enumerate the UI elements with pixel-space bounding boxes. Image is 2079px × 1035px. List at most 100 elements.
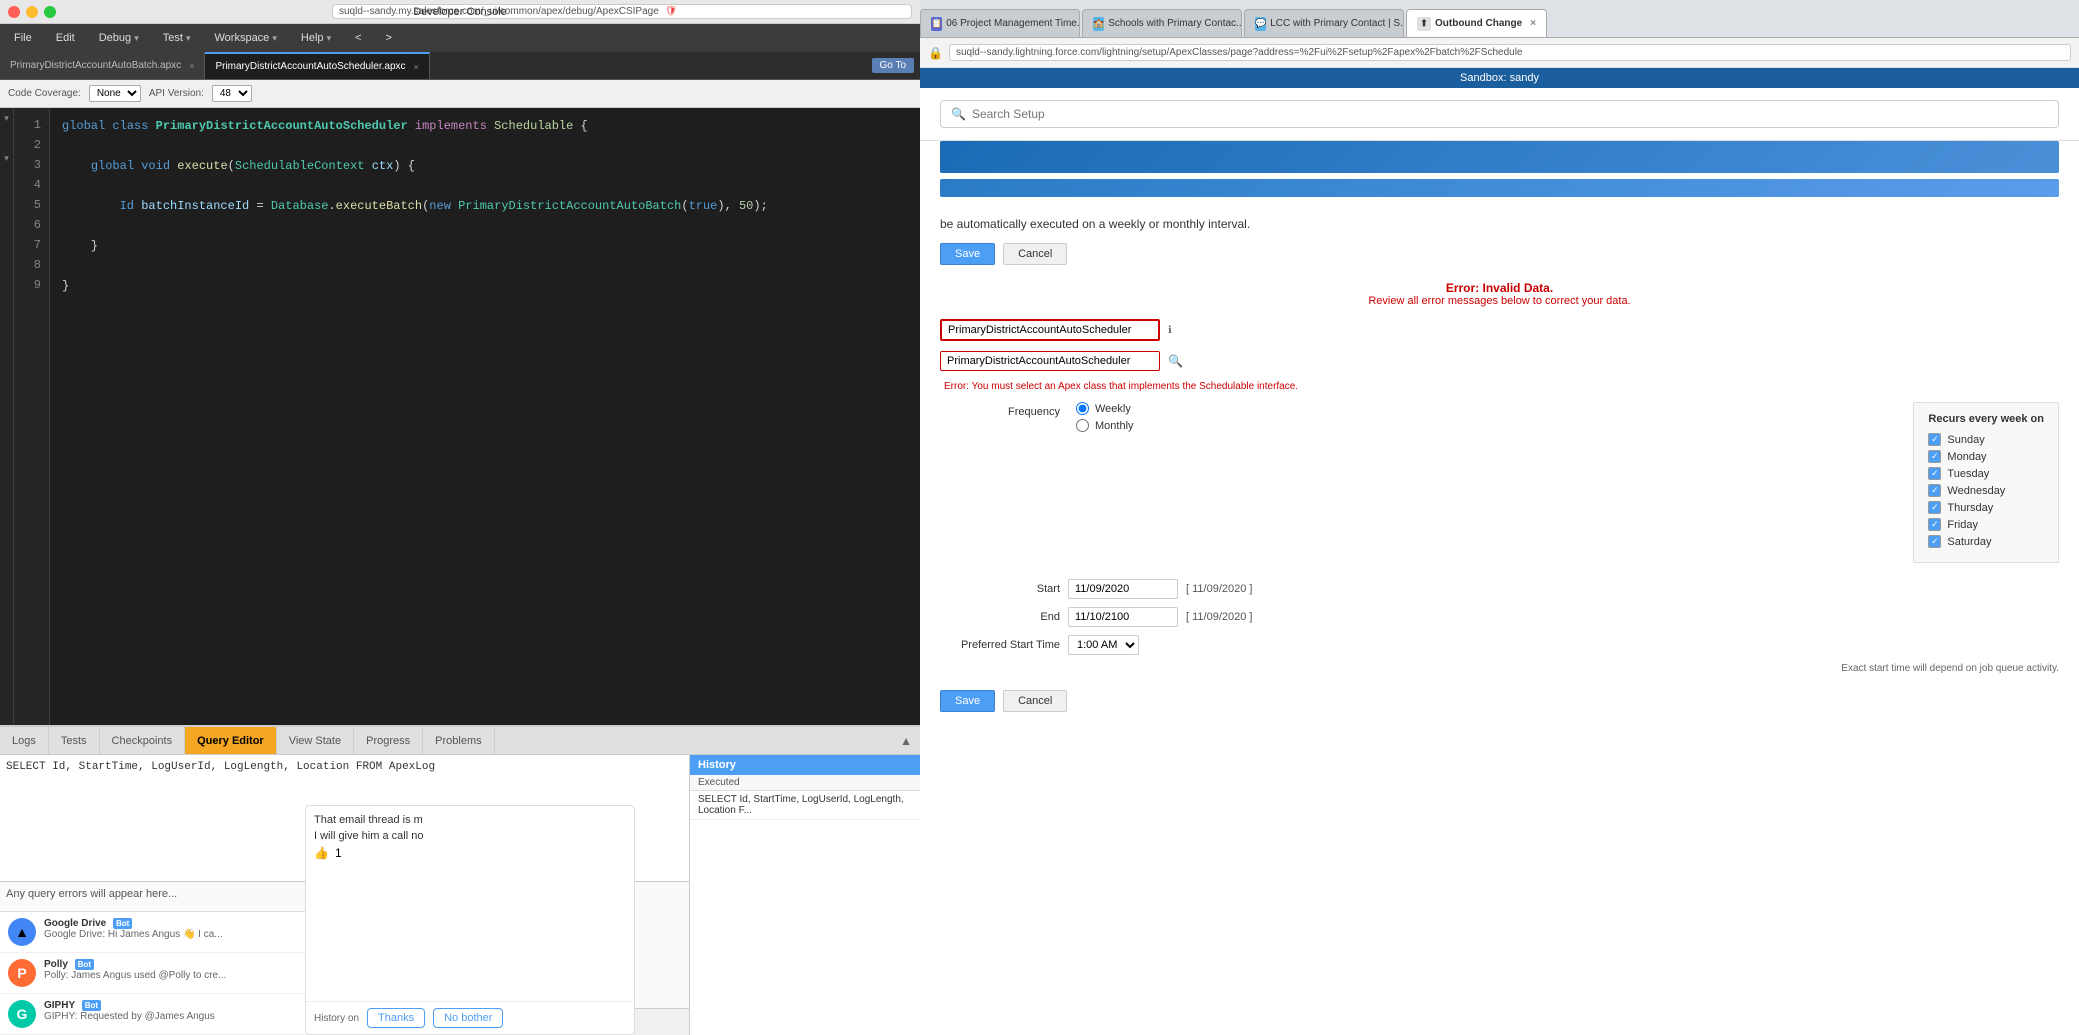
sf-day-friday[interactable]: Friday — [1928, 518, 2044, 531]
menu-test[interactable]: Test ▾ — [157, 30, 197, 46]
close-button[interactable] — [8, 6, 20, 18]
giphy-name: GIPHY Bot — [44, 1000, 302, 1011]
sf-wednesday-checkbox[interactable] — [1928, 484, 1941, 497]
sf-saturday-label: Saturday — [1947, 536, 1991, 548]
menu-help[interactable]: Help ▾ — [295, 30, 337, 46]
sf-start-date-input[interactable] — [1068, 579, 1178, 599]
lock-icon: 🔒 — [928, 46, 943, 60]
tab-batch-close[interactable]: × — [189, 61, 194, 71]
sf-note: Exact start time will depend on job queu… — [940, 663, 2059, 674]
bottom-tabs: Logs Tests Checkpoints Query Editor View… — [0, 727, 920, 755]
maximize-button[interactable] — [44, 6, 56, 18]
menu-bar: File Edit Debug ▾ Test ▾ Workspace ▾ Hel… — [0, 24, 920, 52]
sf-day-wednesday[interactable]: Wednesday — [1928, 484, 2044, 497]
sf-address-input[interactable]: suqld--sandy.lightning.force.com/lightni… — [949, 44, 2071, 61]
collapse-button[interactable]: ▲ — [892, 732, 920, 750]
polly-bot-tag: Bot — [75, 959, 94, 970]
sf-cancel-button-bottom[interactable]: Cancel — [1003, 690, 1067, 712]
sf-day-saturday[interactable]: Saturday — [1928, 535, 2044, 548]
menu-file[interactable]: File — [8, 30, 38, 46]
minimize-button[interactable] — [26, 6, 38, 18]
sf-friday-checkbox[interactable] — [1928, 518, 1941, 531]
history-item[interactable]: SELECT Id, StartTime, LogUserId, LogLeng… — [690, 791, 920, 820]
sf-tab-lcc[interactable]: 💬 LCC with Primary Contact | S... × — [1244, 9, 1404, 37]
lcc-tab-icon: 💬 — [1255, 17, 1266, 31]
sf-day-sunday[interactable]: Sunday — [1928, 433, 2044, 446]
search-icon: 🔍 — [951, 107, 966, 121]
sf-class-field-row: 🔍 — [940, 351, 2059, 371]
sf-name-input[interactable] — [940, 319, 1160, 341]
tab-view-state-label: View State — [289, 735, 341, 747]
sf-radio-monthly-input[interactable] — [1076, 419, 1089, 432]
sf-end-date-alt: [ 11/09/2020 ] — [1186, 611, 1252, 623]
outbound-tab-icon: ⬆ — [1417, 17, 1431, 31]
sf-radio-weekly[interactable]: Weekly — [1076, 402, 1881, 415]
sf-radio-group: Weekly Monthly — [1076, 402, 1881, 432]
chat-item-gdrive[interactable]: ▲ Google Drive Bot Google Drive: Hi Jame… — [0, 912, 310, 953]
menu-debug[interactable]: Debug ▾ — [93, 30, 145, 46]
sf-end-date-input[interactable] — [1068, 607, 1178, 627]
sf-search-class-icon[interactable]: 🔍 — [1168, 354, 1183, 368]
tab-tests[interactable]: Tests — [49, 727, 100, 754]
sf-radio-weekly-label: Weekly — [1095, 403, 1131, 415]
bottom-panel: Logs Tests Checkpoints Query Editor View… — [0, 725, 920, 1035]
sf-tab-outbound[interactable]: ⬆ Outbound Change × — [1406, 9, 1547, 37]
sf-save-button-bottom[interactable]: Save — [940, 690, 995, 712]
tab-query-editor[interactable]: Query Editor — [185, 727, 277, 754]
traffic-lights — [8, 6, 56, 18]
sf-start-date-alt: [ 11/09/2020 ] — [1186, 583, 1252, 595]
no-bother-button[interactable]: No bother — [433, 1008, 503, 1028]
sf-monday-checkbox[interactable] — [1928, 450, 1941, 463]
sf-class-input[interactable] — [940, 351, 1160, 371]
sf-day-monday[interactable]: Monday — [1928, 450, 2044, 463]
search-input[interactable] — [972, 107, 2048, 121]
thumbs-up-icon: 👍 — [314, 846, 329, 860]
sf-saturday-checkbox[interactable] — [1928, 535, 1941, 548]
sf-preferred-time-row: Preferred Start Time 1:00 AM 2:00 AM 3:0… — [940, 635, 2059, 655]
tab-problems-label: Problems — [435, 735, 481, 747]
sf-cancel-button-top[interactable]: Cancel — [1003, 243, 1067, 265]
chat-item-giphy[interactable]: G GIPHY Bot GIPHY: Requested by @James A… — [0, 994, 310, 1035]
sf-thursday-checkbox[interactable] — [1928, 501, 1941, 514]
tab-problems[interactable]: Problems — [423, 727, 494, 754]
tab-checkpoints[interactable]: Checkpoints — [100, 727, 186, 754]
code-coverage-select[interactable]: None — [89, 85, 141, 102]
chat-message-area: That email thread is m I will give him a… — [306, 806, 634, 1001]
sf-tuesday-checkbox[interactable] — [1928, 467, 1941, 480]
sf-end-label: End — [940, 611, 1060, 623]
sf-day-tuesday[interactable]: Tuesday — [1928, 467, 2044, 480]
sf-radio-weekly-input[interactable] — [1076, 402, 1089, 415]
sf-tab-project[interactable]: 📋 06 Project Management Time... × — [920, 9, 1080, 37]
api-version-select[interactable]: 48 — [212, 85, 252, 102]
sf-sunday-checkbox[interactable] — [1928, 433, 1941, 446]
tab-progress[interactable]: Progress — [354, 727, 423, 754]
chat-list: ▲ Google Drive Bot Google Drive: Hi Jame… — [0, 911, 310, 1035]
sf-preferred-time-select[interactable]: 1:00 AM 2:00 AM 3:00 AM — [1068, 635, 1139, 655]
sf-save-button-top[interactable]: Save — [940, 243, 995, 265]
sf-tab-schools[interactable]: 🏫 Schools with Primary Contac... × — [1082, 9, 1242, 37]
menu-edit[interactable]: Edit — [50, 30, 81, 46]
sf-radio-monthly[interactable]: Monthly — [1076, 419, 1881, 432]
code-content[interactable]: global class PrimaryDistrictAccountAutoS… — [50, 108, 920, 725]
tab-view-state[interactable]: View State — [277, 727, 354, 754]
sf-frequency-row: Frequency Weekly Monthly Recurs every we… — [940, 402, 2059, 563]
history-on-text: History on — [314, 1013, 359, 1024]
sf-wednesday-label: Wednesday — [1947, 485, 2005, 497]
blue-bar-2 — [940, 179, 2059, 197]
thanks-button[interactable]: Thanks — [367, 1008, 425, 1028]
chat-popup: That email thread is m I will give him a… — [305, 805, 635, 1035]
menu-forward[interactable]: > — [380, 30, 398, 46]
sf-tab-outbound-close[interactable]: × — [1530, 18, 1536, 29]
menu-back[interactable]: < — [349, 30, 367, 46]
goto-button[interactable]: Go To — [872, 58, 915, 73]
sf-sunday-label: Sunday — [1947, 434, 1984, 446]
tab-batch[interactable]: PrimaryDistrictAccountAutoBatch.apxc × — [0, 52, 205, 79]
tab-scheduler-close[interactable]: × — [414, 62, 419, 72]
menu-workspace[interactable]: Workspace ▾ — [208, 30, 282, 46]
dev-console: Developer Console suqld--sandy.my.salesf… — [0, 0, 920, 1035]
tab-scheduler[interactable]: PrimaryDistrictAccountAutoScheduler.apxc… — [205, 52, 429, 79]
tab-logs[interactable]: Logs — [0, 727, 49, 754]
chat-item-polly[interactable]: P Polly Bot Polly: James Angus used @Pol… — [0, 953, 310, 994]
sf-day-thursday[interactable]: Thursday — [1928, 501, 2044, 514]
sf-monday-label: Monday — [1947, 451, 1986, 463]
